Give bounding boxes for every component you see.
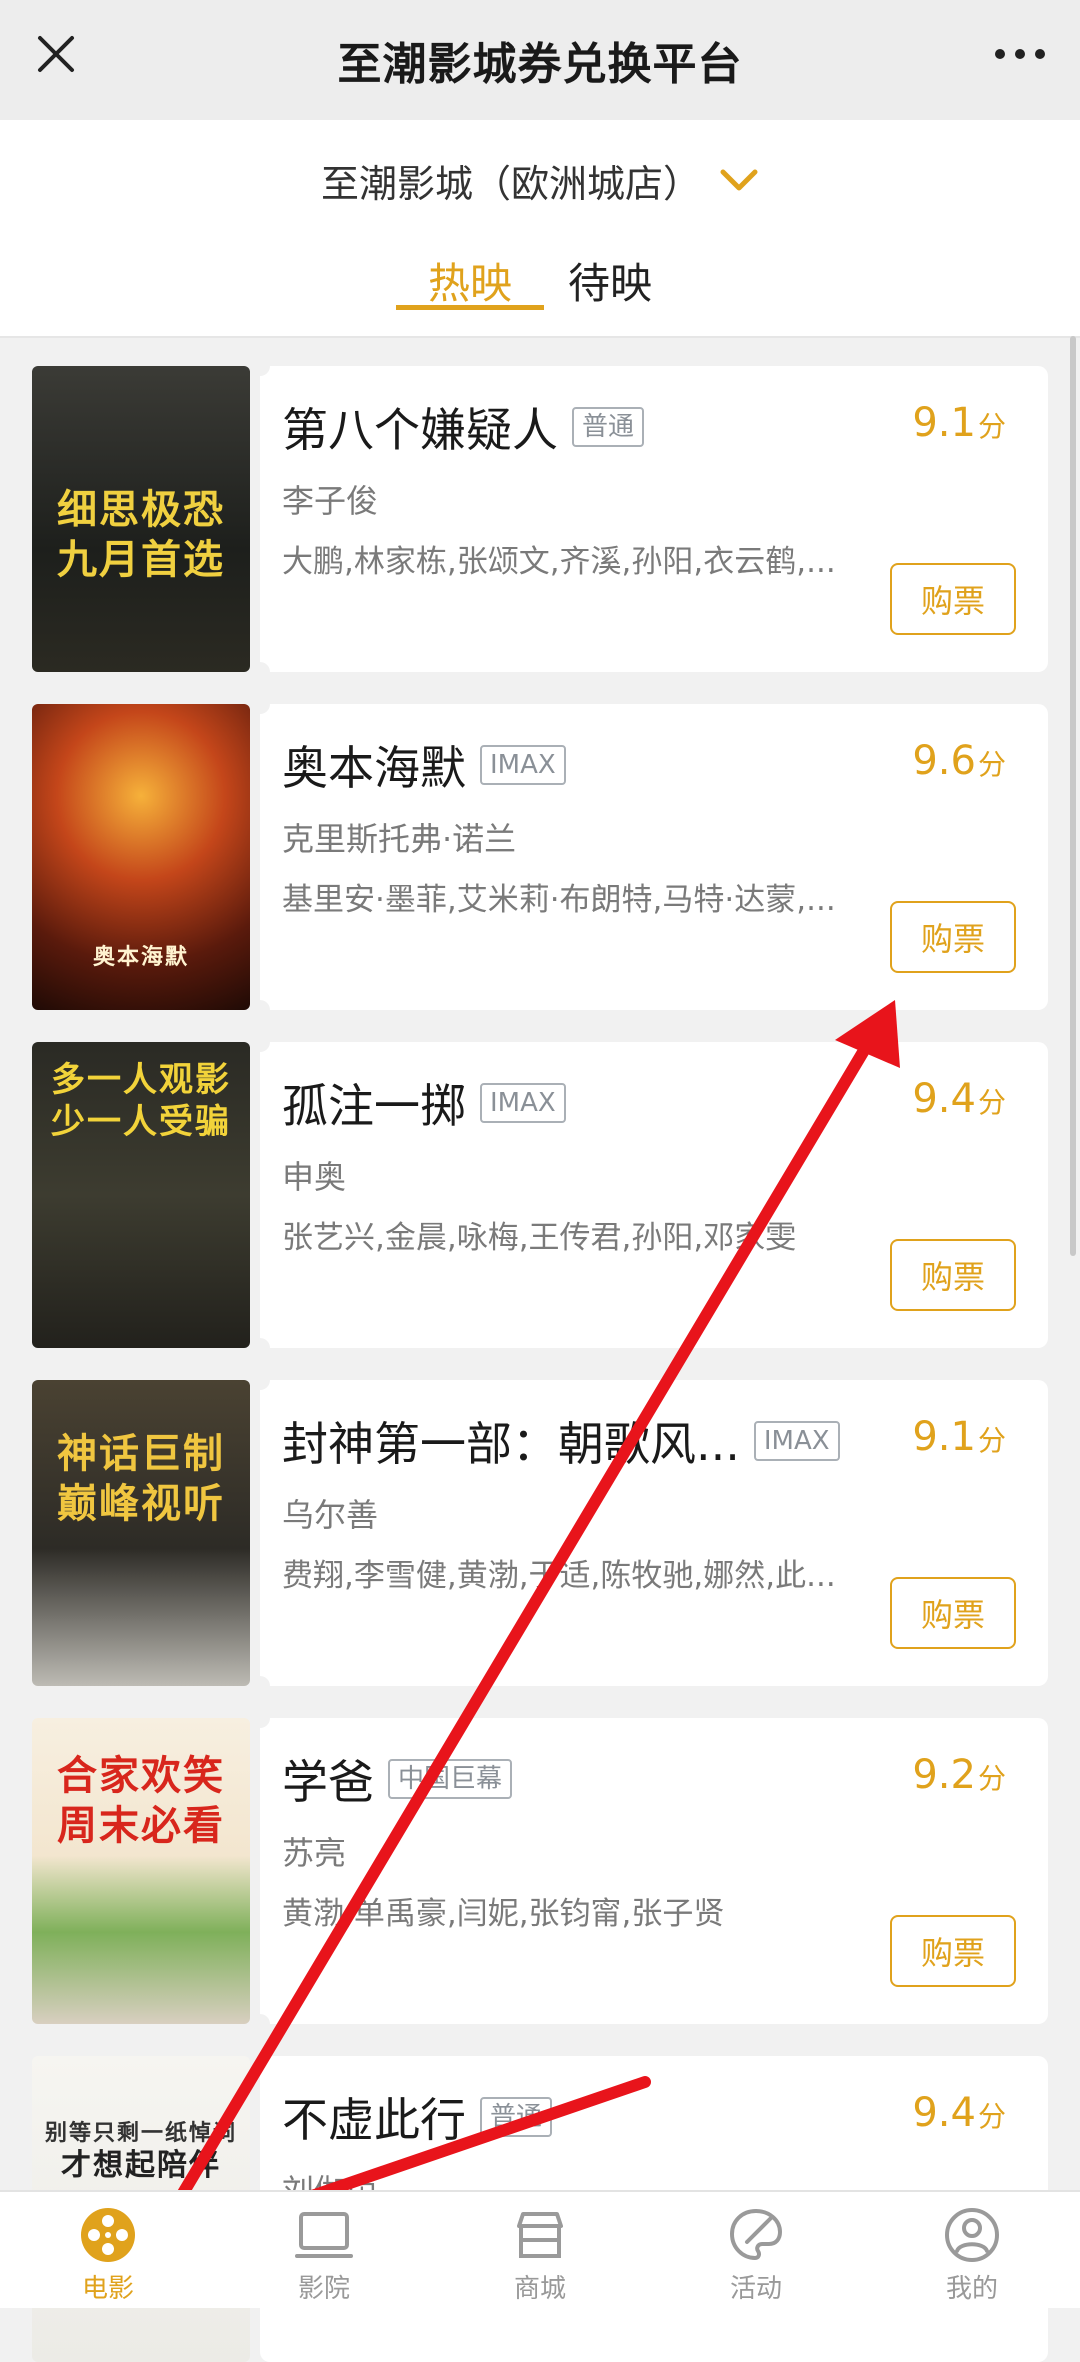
nav-item-activities[interactable]: 活动 — [648, 2192, 864, 2308]
movie-score: 9.1分 — [912, 1414, 1006, 1460]
movie-poster[interactable]: 奥本海默 — [32, 704, 250, 1010]
movie-director: 乌尔善 — [282, 1496, 379, 1534]
format-badge: 普通 — [572, 407, 645, 447]
nav-label: 活动 — [729, 2274, 782, 2304]
nav-label: 影院 — [297, 2274, 350, 2304]
movie-card[interactable]: 多一人观影 少一人受骗 孤注一掷 IMAX 9.4分 申奥 张艺兴,金晨,咏梅,… — [32, 1032, 1048, 1358]
poster-text: 神话巨制 — [57, 1431, 225, 1477]
nav-label: 我的 — [945, 2274, 998, 2304]
poster-text: 巅峰视听 — [57, 1481, 225, 1527]
chevron-down-icon — [720, 169, 758, 191]
movie-info: 孤注一掷 IMAX 9.4分 申奥 张艺兴,金晨,咏梅,王传君,孙阳,邓家雯 购… — [250, 1032, 1048, 1358]
format-badge: IMAX — [480, 745, 566, 785]
tab-coming-soon[interactable]: 待映 — [568, 220, 652, 308]
poster-text: 合家欢笑 — [57, 1753, 225, 1799]
movie-info: 封神第一部：朝歌风... IMAX 9.1分 乌尔善 费翔,李雪健,黄渤,于适,… — [250, 1370, 1048, 1696]
cinema-name: 至潮影城（欧洲城店） — [320, 161, 701, 206]
poster-text: 别等只剩一纸悼词 — [44, 2121, 237, 2146]
nav-item-movies[interactable]: 电影 — [0, 2192, 216, 2308]
movie-poster[interactable]: 合家欢笑 周末必看 — [32, 1718, 250, 2024]
close-button[interactable] — [28, 26, 84, 82]
format-badge: 普通 — [480, 2097, 553, 2137]
movie-cast: 费翔,李雪健,黄渤,于适,陈牧驰,娜然,此... — [282, 1558, 836, 1594]
poster-text: 才想起陪伴 — [61, 2148, 221, 2183]
movie-poster[interactable]: 神话巨制 巅峰视听 — [32, 1380, 250, 1686]
screen-icon — [295, 2212, 353, 2258]
nav-label: 电影 — [81, 2274, 134, 2304]
more-button[interactable] — [988, 26, 1052, 82]
format-badge: 中国巨幕 — [388, 1759, 513, 1799]
movie-card[interactable]: 细思极恐 九月首选 第八个嫌疑人 普通 9.1分 李子俊 大鹏,林家栋,张颂文,… — [32, 356, 1048, 682]
nav-label: 商城 — [513, 2274, 566, 2304]
movie-title: 封神第一部：朝歌风... — [282, 1417, 740, 1471]
movie-poster[interactable]: 多一人观影 少一人受骗 — [32, 1042, 250, 1348]
movie-title: 学爸 — [282, 1755, 374, 1809]
poster-text: 细思极恐 — [57, 487, 225, 533]
cinema-selector[interactable]: 至潮影城（欧洲城店） — [0, 150, 1080, 210]
close-icon — [38, 36, 74, 72]
movie-cast: 黄渤,单禹豪,闫妮,张钧甯,张子贤 — [282, 1896, 725, 1932]
nav-item-cinemas[interactable]: 影院 — [216, 2192, 432, 2308]
buy-ticket-button[interactable]: 购票 — [890, 1239, 1016, 1311]
movie-director: 克里斯托弗·诺兰 — [282, 820, 517, 858]
movie-info: 奥本海默 IMAX 9.6分 克里斯托弗·诺兰 基里安·墨菲,艾米莉·布朗特,马… — [250, 694, 1048, 1020]
movie-title: 不虚此行 — [282, 2093, 466, 2147]
palette-icon — [729, 2208, 783, 2261]
buy-ticket-button[interactable]: 购票 — [890, 1577, 1016, 1649]
movie-director: 申奥 — [282, 1158, 347, 1196]
format-badge: IMAX — [753, 1421, 840, 1461]
store-icon — [517, 2212, 563, 2258]
format-badge: IMAX — [480, 1083, 566, 1123]
more-dots-icon — [995, 49, 1045, 59]
buy-ticket-button[interactable]: 购票 — [890, 563, 1016, 635]
tab-bar: 热映 待映 — [0, 220, 1080, 336]
scrollbar[interactable] — [1070, 336, 1076, 1256]
poster-text: 少一人受骗 — [51, 1102, 231, 1142]
nav-item-profile[interactable]: 我的 — [864, 2192, 1080, 2308]
movie-title: 孤注一掷 — [282, 1079, 466, 1133]
movie-score: 9.2分 — [912, 1752, 1006, 1798]
top-bar: 至潮影城券兑换平台 — [0, 0, 1080, 120]
poster-text: 九月首选 — [57, 537, 225, 583]
movie-director: 李子俊 — [282, 482, 379, 520]
movie-score: 9.4分 — [912, 1076, 1006, 1122]
movie-title: 第八个嫌疑人 — [282, 403, 558, 457]
poster-text: 多一人观影 — [51, 1060, 231, 1100]
bottom-nav: 电影 影院 商城 活动 我的 — [0, 2190, 1080, 2308]
page-title: 至潮影城券兑换平台 — [337, 39, 743, 90]
movie-title: 奥本海默 — [282, 741, 466, 795]
film-reel-icon — [81, 2208, 135, 2262]
movie-score: 9.6分 — [912, 738, 1006, 784]
buy-ticket-button[interactable]: 购票 — [890, 1915, 1016, 1987]
movie-cast: 张艺兴,金晨,咏梅,王传君,孙阳,邓家雯 — [282, 1220, 797, 1256]
movie-cast: 基里安·墨菲,艾米莉·布朗特,马特·达蒙,... — [282, 882, 836, 918]
tab-now-showing[interactable]: 热映 — [395, 220, 545, 310]
movie-score: 9.4分 — [912, 2090, 1006, 2136]
movie-info: 第八个嫌疑人 普通 9.1分 李子俊 大鹏,林家栋,张颂文,齐溪,孙阳,衣云鹤,… — [250, 356, 1048, 682]
user-icon — [945, 2208, 999, 2262]
movie-info: 学爸 中国巨幕 9.2分 苏亮 黄渤,单禹豪,闫妮,张钧甯,张子贤 购票 — [250, 1708, 1048, 2034]
movie-card[interactable]: 合家欢笑 周末必看 学爸 中国巨幕 9.2分 苏亮 黄渤,单禹豪,闫妮,张钧甯,… — [32, 1708, 1048, 2034]
poster-text: 奥本海默 — [92, 945, 189, 970]
buy-ticket-button[interactable]: 购票 — [890, 901, 1016, 973]
movie-director: 苏亮 — [282, 1834, 347, 1872]
movie-score: 9.1分 — [912, 400, 1006, 446]
movie-cast: 大鹏,林家栋,张颂文,齐溪,孙阳,衣云鹤,... — [282, 544, 836, 580]
movie-poster[interactable]: 细思极恐 九月首选 — [32, 366, 250, 672]
movie-card[interactable]: 神话巨制 巅峰视听 封神第一部：朝歌风... IMAX 9.1分 乌尔善 费翔,… — [32, 1370, 1048, 1696]
poster-text: 周末必看 — [57, 1803, 225, 1849]
movie-card[interactable]: 奥本海默 奥本海默 IMAX 9.6分 克里斯托弗·诺兰 基里安·墨菲,艾米莉·… — [32, 694, 1048, 1020]
cinema-header: 至潮影城（欧洲城店） 热映 待映 — [0, 120, 1080, 338]
nav-item-store[interactable]: 商城 — [432, 2192, 648, 2308]
